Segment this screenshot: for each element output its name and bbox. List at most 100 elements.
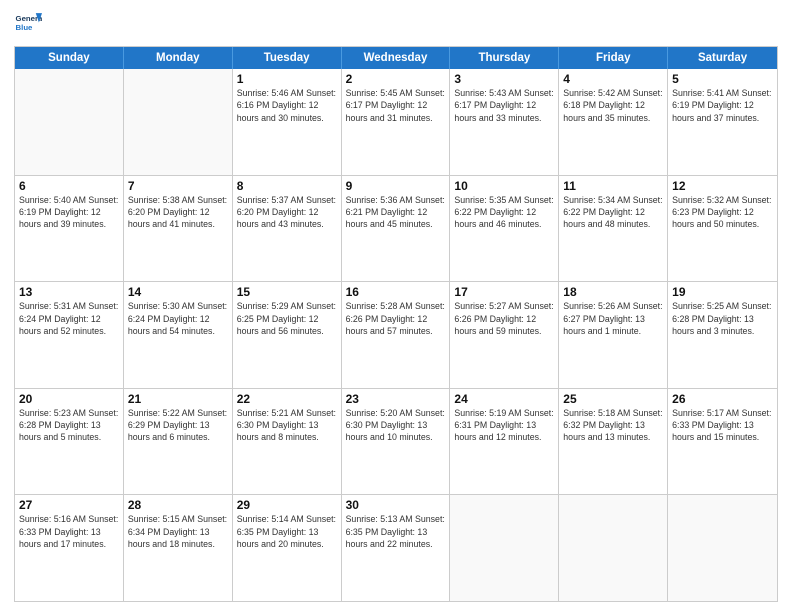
day-info: Sunrise: 5:31 AM Sunset: 6:24 PM Dayligh…	[19, 300, 119, 337]
day-info: Sunrise: 5:36 AM Sunset: 6:21 PM Dayligh…	[346, 194, 446, 231]
day-info: Sunrise: 5:14 AM Sunset: 6:35 PM Dayligh…	[237, 513, 337, 550]
day-info: Sunrise: 5:38 AM Sunset: 6:20 PM Dayligh…	[128, 194, 228, 231]
day-number: 30	[346, 498, 446, 512]
svg-text:Blue: Blue	[16, 23, 34, 32]
header: General Blue	[14, 10, 778, 38]
day-info: Sunrise: 5:30 AM Sunset: 6:24 PM Dayligh…	[128, 300, 228, 337]
day-info: Sunrise: 5:20 AM Sunset: 6:30 PM Dayligh…	[346, 407, 446, 444]
day-number: 3	[454, 72, 554, 86]
day-info: Sunrise: 5:23 AM Sunset: 6:28 PM Dayligh…	[19, 407, 119, 444]
empty-cell	[559, 495, 668, 601]
day-info: Sunrise: 5:43 AM Sunset: 6:17 PM Dayligh…	[454, 87, 554, 124]
day-header-tuesday: Tuesday	[233, 47, 342, 69]
day-cell-20: 20Sunrise: 5:23 AM Sunset: 6:28 PM Dayli…	[15, 389, 124, 495]
day-number: 26	[672, 392, 773, 406]
calendar-body: 1Sunrise: 5:46 AM Sunset: 6:16 PM Daylig…	[15, 69, 777, 601]
day-number: 29	[237, 498, 337, 512]
day-number: 14	[128, 285, 228, 299]
day-header-monday: Monday	[124, 47, 233, 69]
calendar-row-4: 27Sunrise: 5:16 AM Sunset: 6:33 PM Dayli…	[15, 494, 777, 601]
day-cell-23: 23Sunrise: 5:20 AM Sunset: 6:30 PM Dayli…	[342, 389, 451, 495]
day-info: Sunrise: 5:32 AM Sunset: 6:23 PM Dayligh…	[672, 194, 773, 231]
day-info: Sunrise: 5:27 AM Sunset: 6:26 PM Dayligh…	[454, 300, 554, 337]
day-cell-13: 13Sunrise: 5:31 AM Sunset: 6:24 PM Dayli…	[15, 282, 124, 388]
day-cell-7: 7Sunrise: 5:38 AM Sunset: 6:20 PM Daylig…	[124, 176, 233, 282]
day-number: 18	[563, 285, 663, 299]
calendar-row-3: 20Sunrise: 5:23 AM Sunset: 6:28 PM Dayli…	[15, 388, 777, 495]
day-number: 11	[563, 179, 663, 193]
empty-cell	[124, 69, 233, 175]
day-cell-10: 10Sunrise: 5:35 AM Sunset: 6:22 PM Dayli…	[450, 176, 559, 282]
day-header-saturday: Saturday	[668, 47, 777, 69]
day-cell-25: 25Sunrise: 5:18 AM Sunset: 6:32 PM Dayli…	[559, 389, 668, 495]
day-cell-27: 27Sunrise: 5:16 AM Sunset: 6:33 PM Dayli…	[15, 495, 124, 601]
day-number: 16	[346, 285, 446, 299]
day-info: Sunrise: 5:35 AM Sunset: 6:22 PM Dayligh…	[454, 194, 554, 231]
day-header-thursday: Thursday	[450, 47, 559, 69]
day-number: 21	[128, 392, 228, 406]
day-info: Sunrise: 5:18 AM Sunset: 6:32 PM Dayligh…	[563, 407, 663, 444]
day-cell-8: 8Sunrise: 5:37 AM Sunset: 6:20 PM Daylig…	[233, 176, 342, 282]
day-number: 12	[672, 179, 773, 193]
day-info: Sunrise: 5:34 AM Sunset: 6:22 PM Dayligh…	[563, 194, 663, 231]
empty-cell	[450, 495, 559, 601]
page: General Blue SundayMondayTuesdayWednesda…	[0, 0, 792, 612]
day-number: 5	[672, 72, 773, 86]
empty-cell	[668, 495, 777, 601]
empty-cell	[15, 69, 124, 175]
day-info: Sunrise: 5:17 AM Sunset: 6:33 PM Dayligh…	[672, 407, 773, 444]
day-header-wednesday: Wednesday	[342, 47, 451, 69]
day-cell-26: 26Sunrise: 5:17 AM Sunset: 6:33 PM Dayli…	[668, 389, 777, 495]
day-cell-6: 6Sunrise: 5:40 AM Sunset: 6:19 PM Daylig…	[15, 176, 124, 282]
day-info: Sunrise: 5:16 AM Sunset: 6:33 PM Dayligh…	[19, 513, 119, 550]
day-info: Sunrise: 5:42 AM Sunset: 6:18 PM Dayligh…	[563, 87, 663, 124]
day-number: 28	[128, 498, 228, 512]
day-number: 2	[346, 72, 446, 86]
day-cell-18: 18Sunrise: 5:26 AM Sunset: 6:27 PM Dayli…	[559, 282, 668, 388]
day-info: Sunrise: 5:21 AM Sunset: 6:30 PM Dayligh…	[237, 407, 337, 444]
calendar: SundayMondayTuesdayWednesdayThursdayFrid…	[14, 46, 778, 602]
day-number: 24	[454, 392, 554, 406]
day-cell-17: 17Sunrise: 5:27 AM Sunset: 6:26 PM Dayli…	[450, 282, 559, 388]
day-cell-3: 3Sunrise: 5:43 AM Sunset: 6:17 PM Daylig…	[450, 69, 559, 175]
day-cell-4: 4Sunrise: 5:42 AM Sunset: 6:18 PM Daylig…	[559, 69, 668, 175]
day-cell-22: 22Sunrise: 5:21 AM Sunset: 6:30 PM Dayli…	[233, 389, 342, 495]
day-number: 22	[237, 392, 337, 406]
day-cell-9: 9Sunrise: 5:36 AM Sunset: 6:21 PM Daylig…	[342, 176, 451, 282]
day-info: Sunrise: 5:15 AM Sunset: 6:34 PM Dayligh…	[128, 513, 228, 550]
day-cell-16: 16Sunrise: 5:28 AM Sunset: 6:26 PM Dayli…	[342, 282, 451, 388]
day-cell-19: 19Sunrise: 5:25 AM Sunset: 6:28 PM Dayli…	[668, 282, 777, 388]
day-cell-14: 14Sunrise: 5:30 AM Sunset: 6:24 PM Dayli…	[124, 282, 233, 388]
day-info: Sunrise: 5:41 AM Sunset: 6:19 PM Dayligh…	[672, 87, 773, 124]
day-cell-11: 11Sunrise: 5:34 AM Sunset: 6:22 PM Dayli…	[559, 176, 668, 282]
day-info: Sunrise: 5:45 AM Sunset: 6:17 PM Dayligh…	[346, 87, 446, 124]
day-cell-5: 5Sunrise: 5:41 AM Sunset: 6:19 PM Daylig…	[668, 69, 777, 175]
day-number: 13	[19, 285, 119, 299]
logo: General Blue	[14, 10, 42, 38]
day-info: Sunrise: 5:29 AM Sunset: 6:25 PM Dayligh…	[237, 300, 337, 337]
day-cell-1: 1Sunrise: 5:46 AM Sunset: 6:16 PM Daylig…	[233, 69, 342, 175]
day-info: Sunrise: 5:26 AM Sunset: 6:27 PM Dayligh…	[563, 300, 663, 337]
calendar-row-0: 1Sunrise: 5:46 AM Sunset: 6:16 PM Daylig…	[15, 69, 777, 175]
day-info: Sunrise: 5:40 AM Sunset: 6:19 PM Dayligh…	[19, 194, 119, 231]
day-info: Sunrise: 5:19 AM Sunset: 6:31 PM Dayligh…	[454, 407, 554, 444]
day-cell-24: 24Sunrise: 5:19 AM Sunset: 6:31 PM Dayli…	[450, 389, 559, 495]
day-cell-15: 15Sunrise: 5:29 AM Sunset: 6:25 PM Dayli…	[233, 282, 342, 388]
day-number: 9	[346, 179, 446, 193]
day-number: 23	[346, 392, 446, 406]
calendar-header: SundayMondayTuesdayWednesdayThursdayFrid…	[15, 47, 777, 69]
day-number: 15	[237, 285, 337, 299]
day-header-friday: Friday	[559, 47, 668, 69]
day-info: Sunrise: 5:37 AM Sunset: 6:20 PM Dayligh…	[237, 194, 337, 231]
day-number: 19	[672, 285, 773, 299]
logo-icon: General Blue	[14, 10, 42, 38]
day-number: 6	[19, 179, 119, 193]
day-info: Sunrise: 5:28 AM Sunset: 6:26 PM Dayligh…	[346, 300, 446, 337]
day-info: Sunrise: 5:25 AM Sunset: 6:28 PM Dayligh…	[672, 300, 773, 337]
day-header-sunday: Sunday	[15, 47, 124, 69]
day-cell-12: 12Sunrise: 5:32 AM Sunset: 6:23 PM Dayli…	[668, 176, 777, 282]
calendar-row-2: 13Sunrise: 5:31 AM Sunset: 6:24 PM Dayli…	[15, 281, 777, 388]
day-number: 10	[454, 179, 554, 193]
day-cell-2: 2Sunrise: 5:45 AM Sunset: 6:17 PM Daylig…	[342, 69, 451, 175]
day-cell-29: 29Sunrise: 5:14 AM Sunset: 6:35 PM Dayli…	[233, 495, 342, 601]
